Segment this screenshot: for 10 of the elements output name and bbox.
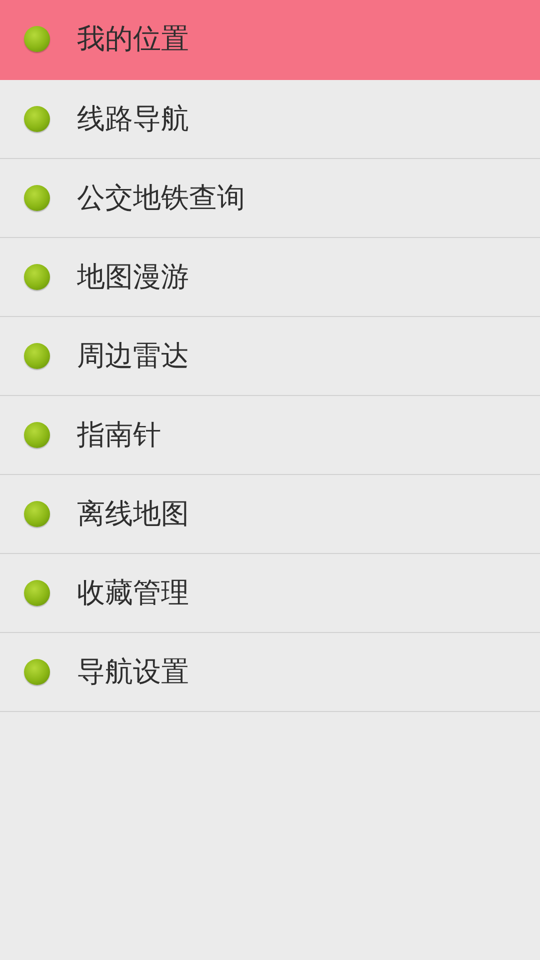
dot-icon: [24, 422, 50, 448]
dot-icon: [24, 264, 50, 290]
dot-icon: [24, 343, 50, 369]
dot-icon: [24, 106, 50, 132]
menu-item[interactable]: 我的位置: [0, 0, 540, 80]
dot-icon: [24, 580, 50, 606]
dot-icon: [24, 26, 50, 52]
dot-icon: [24, 501, 50, 527]
dot-icon: [24, 659, 50, 685]
dot-icon: [24, 185, 50, 211]
